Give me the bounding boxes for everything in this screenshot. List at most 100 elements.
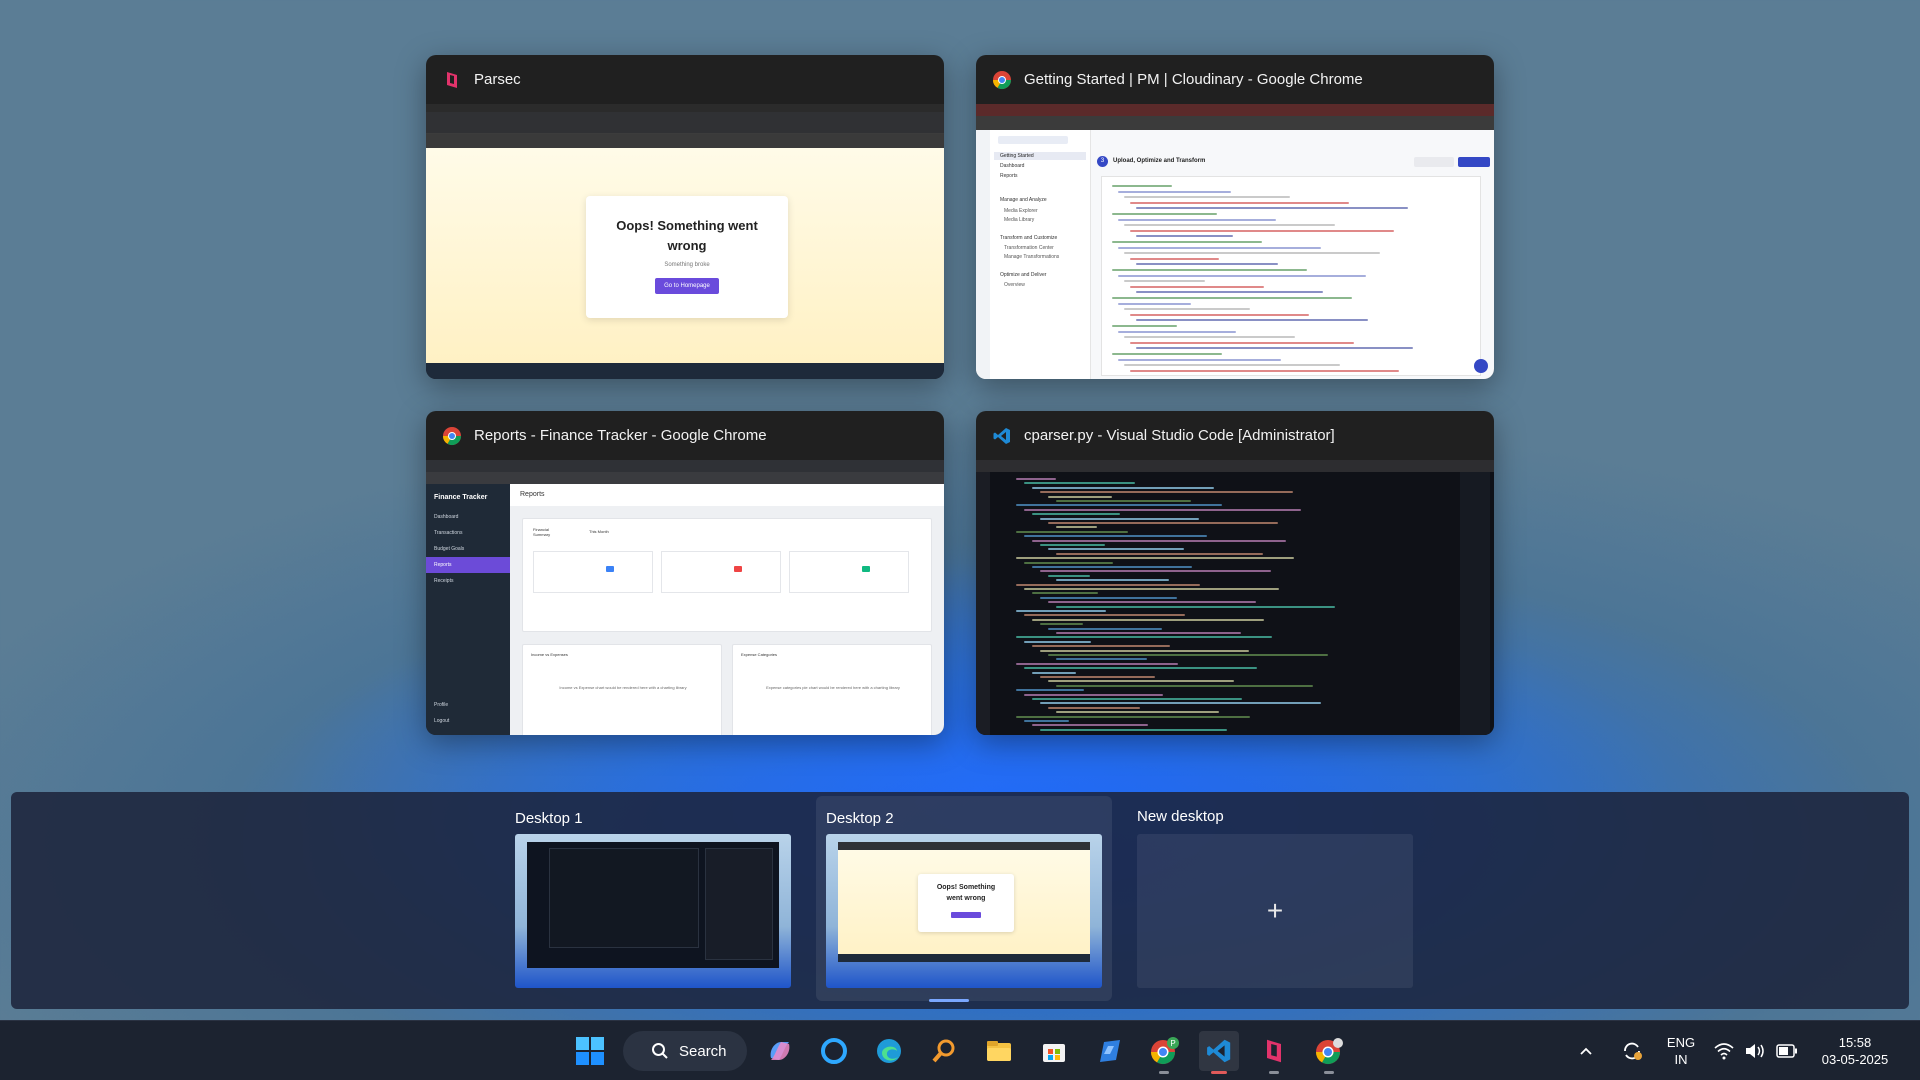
code-line [1016,662,1178,665]
window-card-finance-tracker[interactable]: Reports - Finance Tracker - Google Chrom… [426,411,944,735]
error-heading: Oops! Something went wrong [616,218,758,253]
window-preview: Finance Tracker Dashboard Transactions B… [426,460,944,735]
window-card-parsec[interactable]: Parsec Oops! Something went wrong Someth… [426,55,944,379]
taskbar-app-chrome-profile[interactable]: P [1144,1031,1184,1074]
code-line [1136,347,1413,350]
code-line [1056,552,1263,555]
sidebar-item: Getting Started [1000,153,1034,159]
sidebar-item: Media Explorer [1004,208,1038,214]
nav-item: Profile [434,702,449,708]
active-desktop-indicator [929,999,969,1002]
window-title: cparser.py - Visual Studio Code [Adminis… [1024,427,1335,444]
language-indicator[interactable]: ENG IN [1662,1021,1700,1080]
code-line [1040,728,1227,731]
code-line [1024,482,1135,485]
window-card-cloudinary[interactable]: Getting Started | PM | Cloudinary - Goog… [976,55,1494,379]
window-title: Reports - Finance Tracker - Google Chrom… [474,427,767,444]
vscode-icon [993,427,1010,444]
taskbar-app-parsec[interactable] [1254,1031,1294,1074]
code-line [1112,241,1262,243]
wifi-icon [1714,1043,1734,1060]
code-line [1024,693,1163,696]
desktop-2[interactable]: Desktop 2 Oops! Something went wrong [816,796,1112,1001]
income-vs-expenses-title: Income vs Expenses [531,652,568,657]
chrome-icon [993,70,1011,89]
window-title: Getting Started | PM | Cloudinary - Goog… [1024,71,1363,88]
language-line1: ENG [1666,1035,1696,1050]
sidebar-item: Transform and Customize [1000,235,1058,241]
code-line [1040,596,1177,599]
code-line [1032,513,1120,516]
show-hidden-icons[interactable] [1578,1021,1594,1080]
code-line [1118,190,1231,193]
taskbar-app-file-explorer[interactable] [979,1031,1019,1071]
taskbar-app-store[interactable] [1034,1031,1074,1071]
taskbar-app-copilot[interactable] [760,1031,800,1071]
add-desktop-button[interactable]: + [1137,834,1413,988]
window-title-bar[interactable]: Parsec [426,55,944,104]
taskbar-app-edge[interactable] [869,1031,909,1071]
taskbar: Search P ENG IN 15:58 03-05-2025 [0,1020,1920,1080]
window-preview [976,460,1494,735]
parsec-icon [447,71,457,88]
code-line [1016,610,1106,612]
taskbar-app-search-tool[interactable] [924,1031,964,1071]
clock-date: 03-05-2025 [1821,1052,1889,1067]
income-chart-note: Income vs Expense chart would be rendere… [559,685,687,690]
taskbar-app-cortana[interactable] [814,1031,854,1071]
code-line [1016,530,1128,533]
code-line [1048,574,1090,577]
nav-item: Receipts [434,578,454,584]
code-line [1130,201,1349,204]
window-card-vscode[interactable]: cparser.py - Visual Studio Code [Adminis… [976,411,1494,735]
code-line [1136,263,1278,266]
code-line [1016,689,1084,692]
code-line [1130,285,1264,288]
virtual-desktops-bar: Desktop 1 Desktop 2 Oops! Something went… [11,792,1909,1009]
sidebar-item: Transformation Center [1004,245,1054,251]
code-line [1112,269,1307,271]
start-button[interactable] [570,1031,610,1071]
code-line [1056,711,1219,714]
summary-title: Financial Summary [533,527,551,537]
code-line [1056,579,1169,582]
desktop-thumbnail[interactable]: Oops! Something went wrong [826,834,1102,988]
desktop-thumbnail[interactable] [515,834,791,988]
code-line [1024,535,1207,538]
nav-item-active: Reports [426,557,510,573]
cortana-icon [821,1038,847,1064]
clock[interactable]: 15:58 03-05-2025 [1810,1021,1900,1080]
taskbar-app-vscode[interactable] [1199,1031,1239,1074]
chrome-dev-icon [1316,1038,1343,1065]
code-line [1136,207,1408,210]
sidebar-item: Dashboard [1000,163,1025,169]
code-line [1048,548,1184,551]
code-line [1136,291,1323,294]
window-title-bar[interactable]: Reports - Finance Tracker - Google Chrom… [426,411,944,460]
desktop-1[interactable]: Desktop 1 [505,796,801,1001]
code-line [1124,224,1335,227]
nav-item: Transactions [434,530,463,536]
code-line [1112,213,1217,215]
window-title-bar[interactable]: cparser.py - Visual Studio Code [Adminis… [976,411,1494,460]
quick-settings[interactable] [1714,1021,1798,1080]
code-line [1048,654,1328,656]
code-line [1130,369,1399,372]
taskbar-app-chrome-dev[interactable] [1309,1031,1349,1074]
nav-item: Budget Goals [434,546,465,552]
code-line [1118,302,1191,305]
code-line [1016,636,1272,639]
file-explorer-icon [987,1041,1011,1061]
code-line [1112,297,1352,299]
code-line [1032,618,1264,621]
tray-sync[interactable] [1620,1021,1644,1080]
code-line [1056,684,1313,687]
vscode-icon [1207,1039,1231,1063]
code-line [1032,539,1286,542]
taskbar-app-blue[interactable] [1089,1031,1129,1071]
go-home-button: Go to Homepage [655,278,719,294]
taskbar-search[interactable]: Search [623,1031,747,1071]
new-desktop[interactable]: New desktop + [1127,796,1423,1001]
window-title-bar[interactable]: Getting Started | PM | Cloudinary - Goog… [976,55,1494,104]
app-icon-blue [1100,1040,1120,1062]
